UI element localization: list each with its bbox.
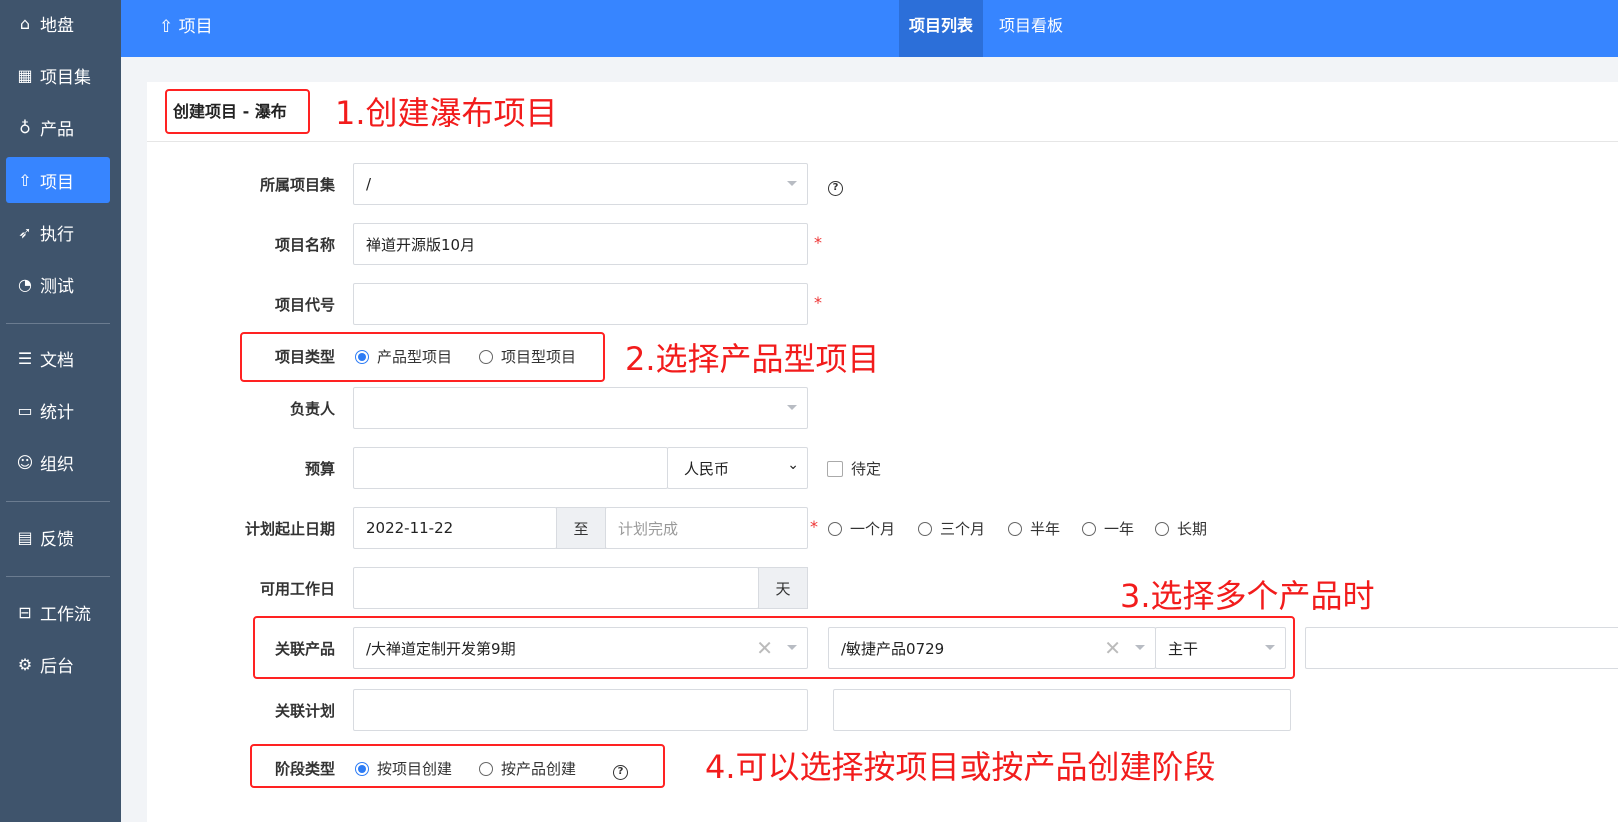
to-addon: 至 [556, 507, 606, 549]
tbd-checkbox[interactable]: 待定 [827, 458, 881, 479]
run-icon: ➶ [18, 222, 32, 242]
sidebar-item-execution[interactable]: ➶ 执行 [6, 209, 110, 255]
chevron-down-icon [787, 405, 797, 410]
gear-icon: ⚙ [17, 654, 33, 674]
rocket-icon: ⇧ [159, 17, 179, 37]
tab-project-list[interactable]: 项目列表 [899, 0, 984, 57]
annotation-1: 1.创建瀑布项目 [335, 94, 558, 132]
divider [6, 323, 110, 324]
required-mark: * [810, 517, 818, 536]
code-label: 项目代号 [274, 296, 335, 314]
annotation-box-1 [165, 89, 310, 134]
rocket-icon: ⇧ [18, 170, 32, 190]
radio-unchecked [1155, 522, 1169, 536]
plans-label: 关联计划 [274, 702, 335, 720]
date-label: 计划起止日期 [244, 520, 335, 538]
workdays-label: 可用工作日 [259, 580, 335, 598]
program-label: 所属项目集 [259, 176, 335, 194]
sidebar-item-product[interactable]: ♁ 产品 [6, 104, 110, 150]
owner-label: 负责人 [289, 400, 335, 418]
annotation-box-4 [250, 744, 665, 788]
annotation-4: 4.可以选择按项目或按产品创建阶段 [705, 748, 1216, 786]
annotation-3: 3.选择多个产品时 [1120, 577, 1375, 615]
name-label: 项目名称 [274, 236, 335, 254]
workflow-icon: ⊟ [18, 602, 32, 622]
sidebar-item-test[interactable]: ◔ 测试 [6, 261, 110, 307]
radio-unchecked [1082, 522, 1096, 536]
radio-three-months[interactable]: 三个月 [918, 518, 985, 539]
radio-one-month[interactable]: 一个月 [828, 518, 895, 539]
budget-input[interactable] [353, 447, 668, 489]
project-code-input[interactable] [353, 283, 808, 325]
radio-unchecked [1008, 522, 1022, 536]
radio-half-year[interactable]: 半年 [1008, 518, 1060, 539]
home-icon: ⌂ [19, 13, 31, 33]
project-name-input[interactable]: 禅道开源版10月 [353, 223, 808, 265]
annotation-box-2 [240, 332, 605, 382]
chevron-down-icon [787, 181, 797, 186]
owner-select[interactable] [353, 387, 808, 429]
user-icon: ☺ [16, 452, 34, 472]
sidebar-item-dashboard[interactable]: ⌂ 地盘 [6, 0, 110, 46]
begin-date-input[interactable]: 2022-11-22 [353, 507, 557, 549]
sidebar-item-program[interactable]: ▦ 项目集 [6, 52, 110, 98]
top-bar: ⇧ 项目 项目列表 项目看板 [121, 0, 1618, 57]
checkbox [827, 461, 843, 477]
program-select[interactable]: / [353, 163, 808, 205]
feedback-icon: ▤ [17, 527, 33, 547]
search-icon: ◔ [18, 274, 32, 294]
plan-select-1[interactable] [353, 689, 808, 731]
sidebar-item-feedback[interactable]: ▤ 反馈 [6, 514, 110, 560]
chevron-down-icon: ⌄ [787, 457, 799, 473]
sidebar: ⌂ 地盘 ▦ 项目集 ♁ 产品 ⇧ 项目 ➶ 执行 ◔ 测试 ☰ 文档 ▭ 统计 ☺ 组织 ▤ 反馈… [0, 0, 121, 822]
end-date-input[interactable]: 计划完成 [605, 507, 808, 549]
radio-unchecked [918, 522, 932, 536]
divider [6, 501, 110, 502]
sidebar-item-workflow[interactable]: ⊟ 工作流 [6, 589, 110, 635]
sidebar-item-admin[interactable]: ⚙ 后台 [6, 641, 110, 687]
days-addon: 天 [758, 567, 808, 609]
currency-select[interactable]: 人民币 ⌄ [667, 447, 808, 489]
budget-label: 预算 [304, 460, 335, 478]
annotation-2: 2.选择产品型项目 [625, 340, 880, 378]
sidebar-item-doc[interactable]: ☰ 文档 [6, 335, 110, 381]
radio-one-year[interactable]: 一年 [1082, 518, 1134, 539]
radio-unchecked [828, 522, 842, 536]
sidebar-item-company[interactable]: ☺ 组织 [6, 439, 110, 485]
sidebar-item-project[interactable]: ⇧ 项目 [6, 157, 110, 203]
doc-icon: ☰ [17, 348, 33, 368]
monitor-icon: ▭ [17, 400, 33, 420]
grid-icon: ▦ [17, 65, 33, 85]
product-select-3[interactable] [1305, 627, 1618, 669]
required-mark: * [814, 293, 822, 312]
required-mark: * [814, 233, 822, 252]
annotation-box-3 [253, 616, 1295, 679]
breadcrumb[interactable]: ⇧ 项目 [159, 12, 213, 37]
workdays-input[interactable] [353, 567, 759, 609]
radio-long-term[interactable]: 长期 [1155, 518, 1207, 539]
plan-select-2[interactable] [833, 689, 1291, 731]
help-icon[interactable]: ? [828, 176, 843, 196]
divider [6, 576, 110, 577]
sidebar-item-report[interactable]: ▭ 统计 [6, 387, 110, 433]
lightbulb-icon: ♁ [19, 117, 31, 137]
tab-project-kanban[interactable]: 项目看板 [989, 0, 1073, 57]
